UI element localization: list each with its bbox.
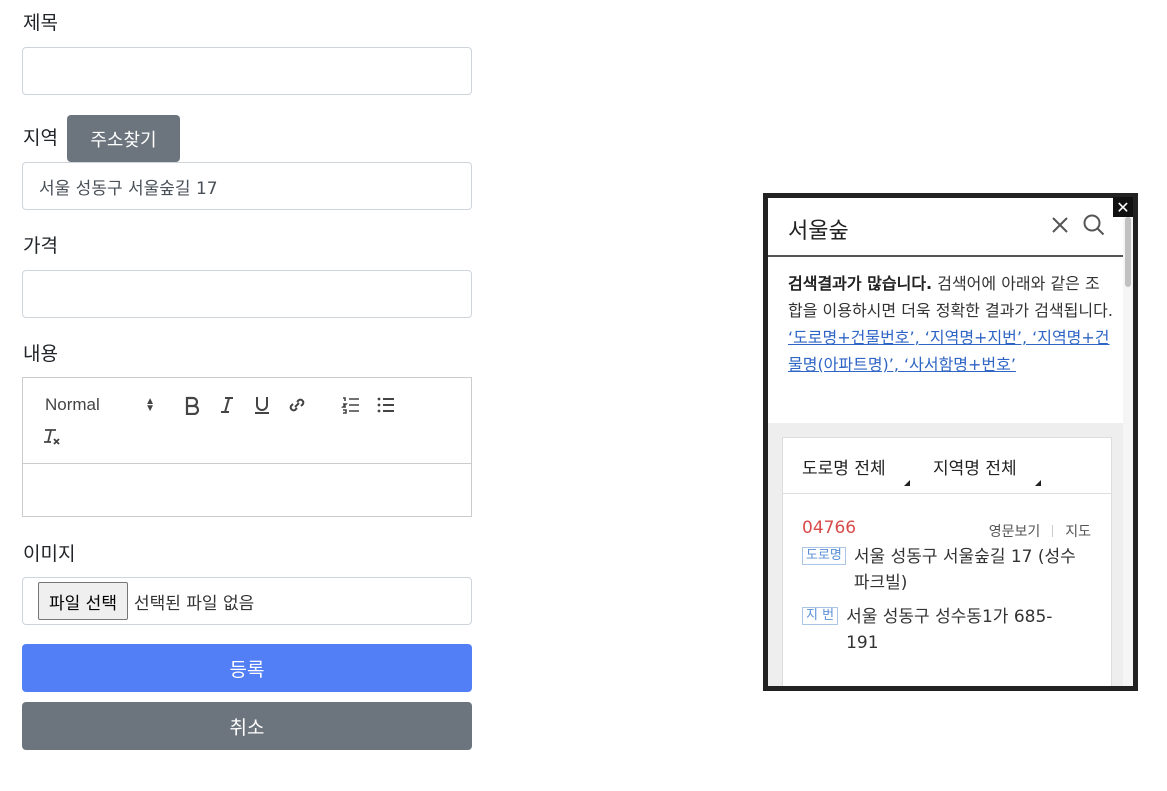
editor-content[interactable] — [23, 464, 471, 517]
file-input: 파일 선택 선택된 파일 없음 — [22, 577, 472, 625]
road-address[interactable]: 서울 성동구 서울숲길 17 (성수파크빌) — [854, 544, 1084, 596]
file-select-button[interactable]: 파일 선택 — [38, 582, 128, 620]
format-select-value: Normal — [45, 395, 100, 414]
submit-button[interactable]: 등록 — [22, 644, 472, 692]
jibun-address-row[interactable]: 지 번 서울 성동구 성수동1가 685-191 — [802, 604, 1076, 656]
result-links: 영문보기 지도 — [989, 521, 1091, 541]
link-divider — [1052, 525, 1054, 537]
popup-search-bar: 서울숲 — [768, 198, 1123, 257]
editor-toolbar: Normal ▲ ▼ — [23, 378, 471, 464]
price-label: 가격 — [23, 235, 58, 257]
ordered-list-icon[interactable] — [340, 394, 362, 416]
select-arrows-icon: ▲ ▼ — [145, 396, 155, 414]
filter-road-arrow-icon — [904, 480, 910, 486]
popup-scrollbar[interactable] — [1125, 217, 1131, 287]
popup-close-icon[interactable]: ✕ — [1113, 197, 1133, 217]
content-label: 내용 — [23, 343, 58, 365]
bold-icon[interactable] — [181, 394, 203, 416]
road-address-row[interactable]: 도로명 서울 성동구 서울숲길 17 (성수파크빌) — [802, 544, 1084, 596]
region-input[interactable]: 서울 성동구 서울숲길 17 — [22, 162, 472, 210]
clear-format-icon[interactable] — [41, 426, 63, 448]
road-badge: 도로명 — [802, 547, 846, 565]
format-select[interactable]: Normal ▲ ▼ — [45, 394, 155, 416]
filter-region-label: 지역명 전체 — [933, 459, 1017, 479]
jibun-address[interactable]: 서울 성동구 성수동1가 685-191 — [846, 604, 1076, 656]
search-icon[interactable] — [1082, 213, 1106, 237]
link-icon[interactable] — [286, 394, 308, 416]
bullet-list-icon[interactable] — [375, 394, 397, 416]
popup-search-input[interactable]: 서울숲 — [788, 213, 849, 245]
title-label: 제목 — [23, 12, 58, 34]
notice-tips: ‘도로명+건물번호’, ‘지역명+지번’, ‘지역명+건물명(아파트명)’, ‘… — [788, 328, 1110, 374]
file-status: 선택된 파일 없음 — [133, 593, 255, 614]
postcode-popup: 서울숲 검색결과가 많습니다. 검색어에 아래와 같은 조합을 이용하시면 더욱… — [763, 193, 1138, 691]
map-link[interactable]: 지도 — [1065, 521, 1091, 541]
price-input[interactable] — [22, 270, 472, 318]
filter-region-arrow-icon — [1035, 480, 1041, 486]
region-label: 지역 — [23, 127, 58, 149]
search-notice: 검색결과가 많습니다. 검색어에 아래와 같은 조합을 이용하시면 더욱 정확한… — [788, 270, 1113, 378]
title-input[interactable] — [22, 47, 472, 95]
result-area: 도로명 전체 지역명 전체 04766 영문보기 지도 도로명 서울 성동구 서… — [768, 423, 1123, 686]
result-zipcode[interactable]: 04766 — [802, 518, 856, 538]
rich-text-editor: Normal ▲ ▼ — [22, 377, 472, 517]
clear-search-icon[interactable] — [1048, 213, 1072, 237]
address-search-button[interactable]: 주소찾기 — [67, 115, 180, 162]
italic-icon[interactable] — [216, 394, 238, 416]
result-filters: 도로명 전체 지역명 전체 — [783, 438, 1111, 494]
english-link[interactable]: 영문보기 — [989, 521, 1041, 541]
result-list: 도로명 전체 지역명 전체 04766 영문보기 지도 도로명 서울 성동구 서… — [782, 437, 1112, 686]
notice-title: 검색결과가 많습니다. — [788, 274, 933, 293]
image-label: 이미지 — [23, 543, 76, 565]
filter-region[interactable]: 지역명 전체 — [933, 454, 1041, 486]
jibun-badge: 지 번 — [802, 607, 839, 625]
underline-icon[interactable] — [251, 394, 273, 416]
filter-road[interactable]: 도로명 전체 — [802, 454, 910, 486]
filter-road-label: 도로명 전체 — [802, 459, 886, 479]
cancel-button[interactable]: 취소 — [22, 702, 472, 750]
